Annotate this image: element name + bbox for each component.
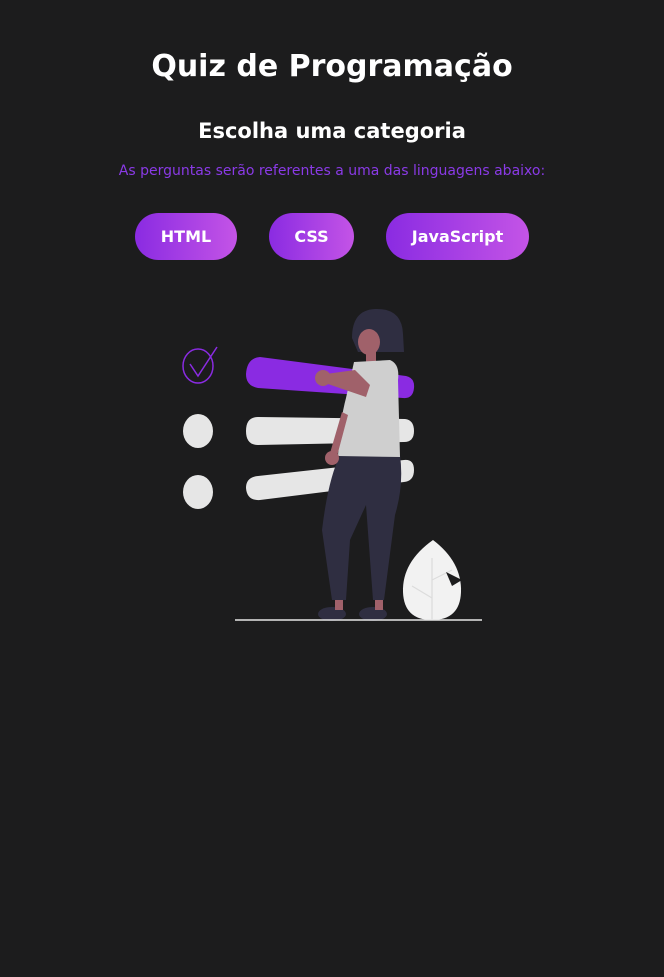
category-button-javascript[interactable]: JavaScript (386, 213, 529, 260)
person-figure (315, 308, 404, 621)
checklist-person-illustration (182, 308, 482, 621)
check-circle-icon (182, 346, 218, 384)
category-button-html[interactable]: HTML (135, 213, 237, 260)
checklist-dot-2 (183, 414, 213, 448)
checklist-dot-3 (183, 475, 213, 509)
page-title: Quiz de Programação (151, 49, 513, 84)
category-button-css[interactable]: CSS (269, 213, 354, 260)
leaf-plant-icon (402, 540, 462, 620)
category-heading: Escolha uma categoria (198, 119, 466, 143)
category-description: As perguntas serão referentes a uma das … (118, 163, 546, 179)
category-buttons: HTML CSS JavaScript (0, 213, 664, 261)
quiz-home-page: Quiz de Programação Escolha uma categori… (0, 0, 664, 977)
